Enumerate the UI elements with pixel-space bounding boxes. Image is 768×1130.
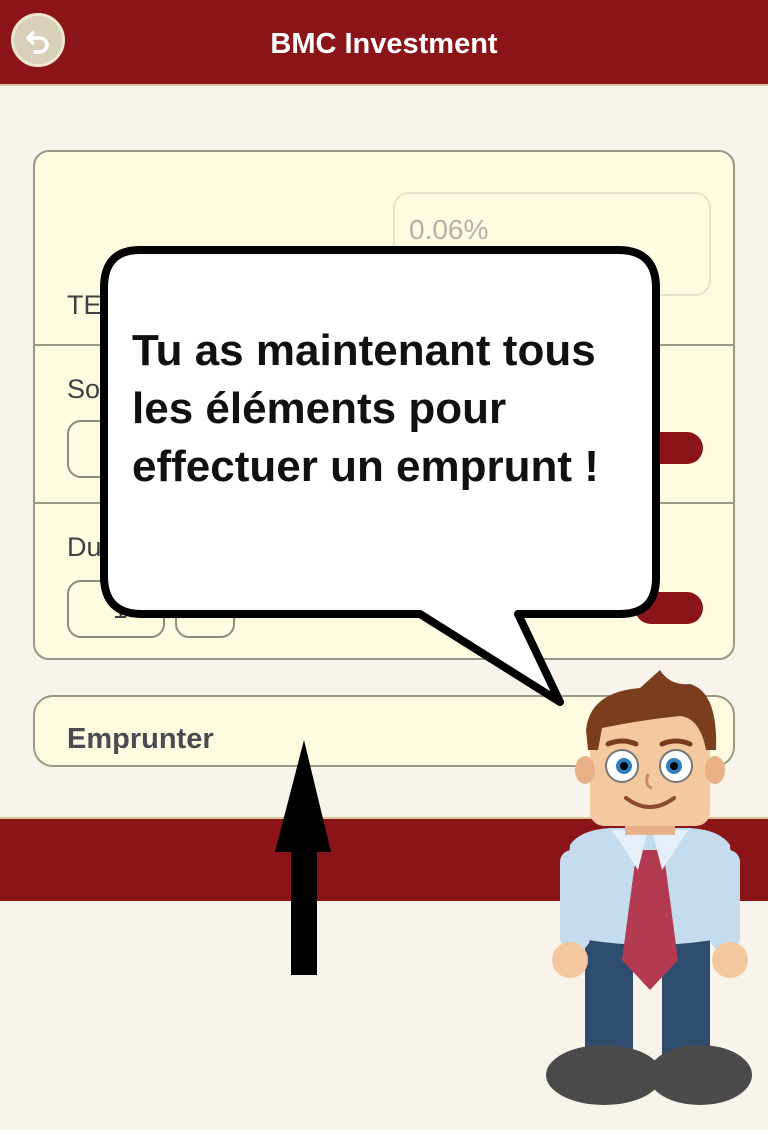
duration-slider[interactable]	[635, 592, 703, 624]
divider	[35, 502, 733, 504]
rate-value: 0.06%	[409, 214, 489, 245]
borrow-button-label: Emprunter	[67, 723, 214, 755]
mascot-character-icon	[546, 670, 752, 1105]
duration-unit-select[interactable]	[175, 580, 235, 638]
amount-input[interactable]	[67, 420, 127, 478]
rate-field[interactable]: 0.06%	[393, 192, 711, 296]
duration-input[interactable]: 1	[67, 580, 165, 638]
arrow-up-icon	[275, 740, 331, 975]
duration-value: 1	[113, 594, 128, 624]
app-header: BMC Investment	[0, 0, 768, 86]
duration-label: Du	[67, 532, 102, 562]
page-title: BMC Investment	[270, 28, 498, 60]
amount-label: So	[67, 374, 101, 404]
bubble-text: Tu as maintenant tous les éléments pour …	[132, 326, 599, 491]
rate-label: TE	[67, 290, 102, 320]
